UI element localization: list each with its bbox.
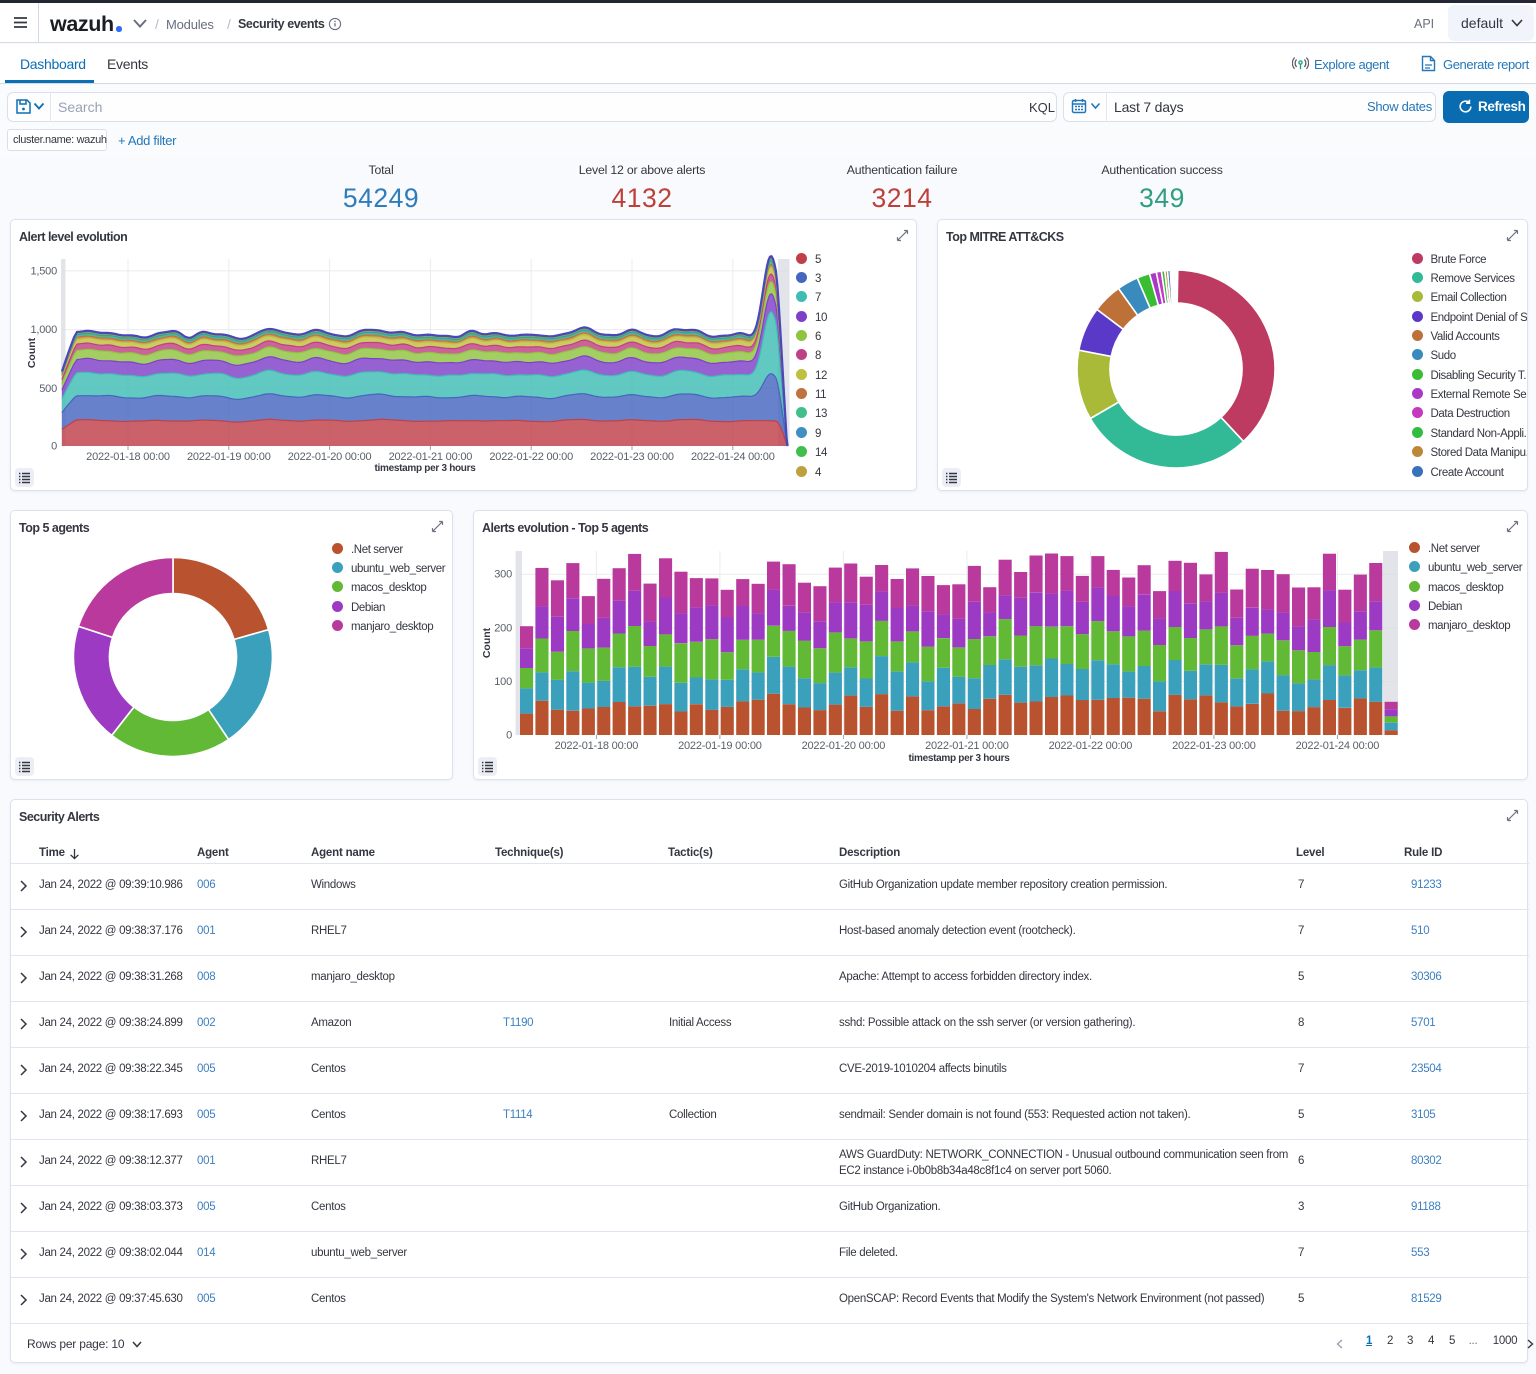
svg-text:2022-01-22 00:00: 2022-01-22 00:00 — [489, 451, 573, 463]
svg-text:200: 200 — [494, 622, 512, 634]
svg-text:2022-01-18 00:00: 2022-01-18 00:00 — [86, 451, 170, 463]
svg-text:1,500: 1,500 — [30, 265, 57, 277]
svg-text:Count: Count — [26, 337, 38, 368]
svg-text:timestamp per 3 hours: timestamp per 3 hours — [909, 753, 1011, 764]
svg-text:2022-01-18 00:00: 2022-01-18 00:00 — [555, 740, 639, 752]
svg-text:2022-01-22 00:00: 2022-01-22 00:00 — [1049, 740, 1133, 752]
svg-text:1,000: 1,000 — [30, 324, 57, 336]
svg-text:100: 100 — [494, 676, 512, 688]
svg-text:2022-01-20 00:00: 2022-01-20 00:00 — [802, 740, 886, 752]
svg-text:Count: Count — [481, 627, 493, 658]
svg-text:2022-01-23 00:00: 2022-01-23 00:00 — [590, 451, 674, 463]
svg-text:timestamp per 3 hours: timestamp per 3 hours — [375, 463, 477, 474]
svg-text:300: 300 — [494, 569, 512, 581]
svg-text:2022-01-21 00:00: 2022-01-21 00:00 — [389, 451, 473, 463]
svg-text:2022-01-19 00:00: 2022-01-19 00:00 — [187, 451, 271, 463]
svg-text:2022-01-23 00:00: 2022-01-23 00:00 — [1172, 740, 1256, 752]
svg-text:0: 0 — [51, 441, 57, 453]
svg-text:2022-01-19 00:00: 2022-01-19 00:00 — [678, 740, 762, 752]
svg-text:2022-01-24 00:00: 2022-01-24 00:00 — [691, 451, 775, 463]
svg-text:2022-01-21 00:00: 2022-01-21 00:00 — [925, 740, 1009, 752]
svg-text:2022-01-24 00:00: 2022-01-24 00:00 — [1296, 740, 1380, 752]
svg-text:500: 500 — [39, 383, 57, 395]
svg-text:0: 0 — [506, 730, 512, 742]
svg-text:2022-01-20 00:00: 2022-01-20 00:00 — [288, 451, 372, 463]
